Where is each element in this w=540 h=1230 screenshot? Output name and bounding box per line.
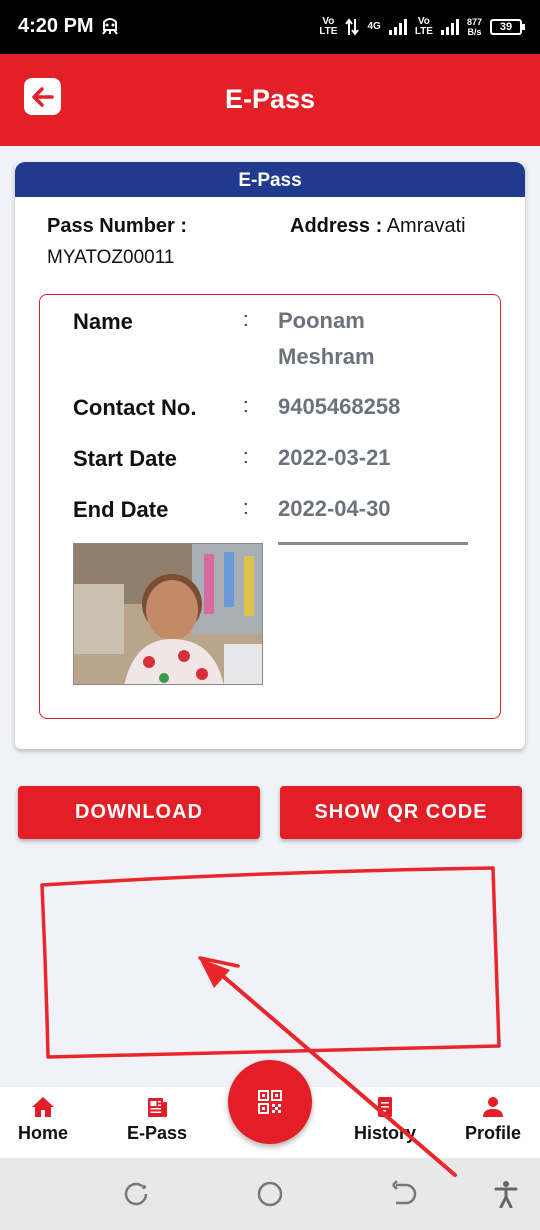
nav-profile[interactable]: Profile <box>464 1095 522 1144</box>
name-label: Name <box>73 309 133 334</box>
field-underline <box>278 542 468 545</box>
back-button-icon[interactable] <box>390 1180 418 1208</box>
address: Address : Amravati <box>290 215 466 238</box>
card-header: E-Pass <box>15 162 525 197</box>
notification-icon <box>102 18 118 35</box>
network-type-label: 4G <box>367 21 381 32</box>
status-time: 4:20 PM <box>18 15 94 37</box>
pass-number-value: MYATOZ00011 <box>47 247 175 268</box>
download-button[interactable]: DOWNLOAD <box>18 786 260 839</box>
contact-value: 9405468258 <box>278 394 401 419</box>
home-icon <box>32 1097 54 1117</box>
end-date-label: End Date <box>73 497 169 522</box>
page-title: E-Pass <box>224 84 316 114</box>
volte-1-label: Vo LTE <box>319 16 338 37</box>
name-value: Poonam Meshram <box>278 308 375 369</box>
address-value: Amravati <box>386 215 466 237</box>
name-colon: : <box>243 309 249 331</box>
show-qr-code-button[interactable]: SHOW QR CODE <box>280 786 522 839</box>
end-date-value: 2022-04-30 <box>278 496 391 521</box>
epass-card: E-Pass Pass Number : MYATOZ00011 Address… <box>15 162 525 749</box>
system-nav-bar <box>0 1158 540 1230</box>
contact-label: Contact No. <box>73 395 197 420</box>
recent-apps-icon[interactable] <box>122 1180 150 1208</box>
accessibility-icon[interactable] <box>492 1180 520 1208</box>
nav-history[interactable]: History <box>352 1095 418 1144</box>
network-speed: 877 B/s <box>466 17 482 37</box>
nav-history-label: History <box>353 1123 416 1143</box>
nav-epass-label: E-Pass <box>126 1123 188 1143</box>
start-date-value: 2022-03-21 <box>278 445 391 470</box>
qr-scan-fab[interactable] <box>228 1060 312 1144</box>
nav-profile-label: Profile <box>464 1123 521 1143</box>
status-bar: 4:20 PM Vo LTE 4G Vo LTE 877 B/s 39 <box>0 0 540 54</box>
volte-2-label: Vo LTE <box>414 16 433 37</box>
signal-2-icon <box>440 19 459 35</box>
pass-details-box: Name : Poonam Meshram Contact No. : 9405… <box>39 294 501 719</box>
pass-number-label: Pass Number : <box>47 215 188 237</box>
end-date-colon: : <box>243 497 249 519</box>
address-label: Address : <box>290 215 383 237</box>
nav-home[interactable]: Home <box>18 1095 68 1144</box>
start-date-colon: : <box>243 446 249 468</box>
qr-code-icon <box>258 1090 282 1114</box>
battery-icon: 39 <box>490 19 525 35</box>
newspaper-icon <box>148 1098 167 1117</box>
person-icon <box>483 1097 503 1117</box>
start-date-label: Start Date <box>73 446 177 471</box>
nav-epass[interactable]: E-Pass <box>126 1095 188 1144</box>
signal-1-icon <box>388 19 407 35</box>
home-button-icon[interactable] <box>256 1180 284 1208</box>
app-bar: E-Pass <box>0 54 540 146</box>
data-arrows-icon <box>345 18 360 36</box>
contact-colon: : <box>243 395 249 417</box>
nav-home-label: Home <box>18 1123 69 1143</box>
document-icon <box>378 1097 392 1117</box>
holder-photo <box>73 543 263 685</box>
